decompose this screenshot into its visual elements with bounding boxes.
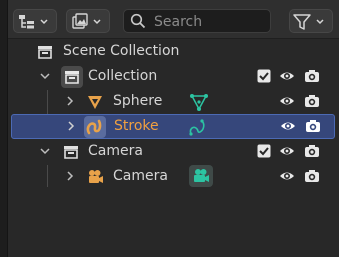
camera-render-icon[interactable] [304, 168, 320, 184]
tree-row-camera[interactable]: Camera [8, 164, 339, 189]
eye-icon[interactable] [279, 168, 295, 184]
exclude-checkbox[interactable] [256, 68, 272, 84]
camera-render-icon[interactable] [304, 68, 320, 84]
collection-icon [62, 143, 80, 161]
camera-render-icon[interactable] [305, 118, 321, 134]
eye-icon[interactable] [279, 93, 295, 109]
camera-render-icon[interactable] [304, 93, 320, 109]
outliner-display-icon [19, 15, 48, 29]
chevron-down-icon [40, 19, 48, 25]
tree-row-stroke[interactable]: Stroke [11, 114, 335, 139]
tree-row-camera-collection[interactable]: Camera [8, 139, 339, 164]
view-filter-dropdown[interactable] [66, 9, 110, 33]
chevron-right-icon[interactable] [65, 120, 77, 132]
chevron-down-icon[interactable] [39, 145, 51, 157]
chevron-down-icon [93, 19, 101, 25]
search-icon [130, 13, 146, 29]
collection-icon [61, 66, 83, 88]
camera-label: Camera [113, 168, 168, 184]
eye-icon[interactable] [279, 143, 295, 159]
funnel-icon [293, 14, 324, 30]
image-view-icon [72, 13, 101, 29]
search-input[interactable] [152, 12, 268, 32]
mesh-data-icon[interactable] [189, 92, 209, 112]
chevron-down-icon [316, 19, 324, 25]
stroke-label: Stroke [114, 118, 159, 134]
camera-collection-label: Camera [88, 143, 143, 159]
tree-row-collection[interactable]: Collection [8, 64, 339, 89]
tree-row-scene-collection[interactable]: Scene Collection [8, 39, 339, 64]
chevron-right-icon[interactable] [64, 170, 76, 182]
eye-icon[interactable] [280, 118, 296, 134]
exclude-checkbox[interactable] [256, 143, 272, 159]
chevron-right-icon[interactable] [64, 95, 76, 107]
collection-label: Collection [88, 68, 158, 84]
mesh-object-icon [86, 93, 104, 111]
camera-data-icon[interactable] [189, 165, 213, 187]
camera-object-icon [86, 168, 104, 186]
camera-render-icon[interactable] [304, 143, 320, 159]
sphere-label: Sphere [113, 93, 163, 109]
tree-row-sphere[interactable]: Sphere [8, 89, 339, 114]
stroke-data-icon[interactable] [188, 117, 208, 137]
scene-collection-icon [36, 43, 54, 61]
chevron-down-icon[interactable] [39, 70, 51, 82]
grease-pencil-icon [84, 116, 106, 138]
eye-icon[interactable] [279, 68, 295, 84]
display-mode-dropdown[interactable] [13, 9, 57, 33]
filter-dropdown[interactable] [289, 9, 333, 33]
outliner-toolbar [8, 0, 339, 39]
outliner-panel: Scene Collection Collection [7, 0, 339, 257]
scene-collection-label: Scene Collection [63, 43, 180, 59]
search-field[interactable] [123, 9, 271, 33]
